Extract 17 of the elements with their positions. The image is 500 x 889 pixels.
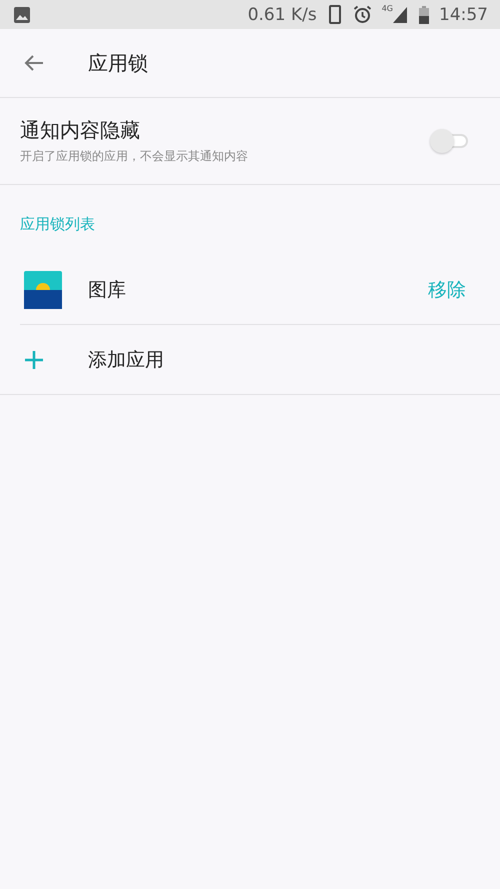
setting-description: 开启了应用锁的应用，不会显示其通知内容	[20, 148, 249, 165]
plus-icon[interactable]	[25, 350, 43, 368]
add-app-label[interactable]: 添加应用	[88, 346, 466, 372]
network-type: 4G	[382, 4, 393, 13]
gallery-app-icon	[24, 270, 62, 308]
clock: 14:57	[439, 4, 488, 24]
setting-title: 通知内容隐藏	[20, 117, 141, 144]
alarm-clock-icon	[352, 5, 372, 24]
page-title: 应用锁	[88, 50, 148, 76]
toggle-switch[interactable]	[430, 129, 468, 153]
network-speed: 0.61 K/s	[248, 4, 317, 24]
section-title: 应用锁列表	[19, 214, 96, 235]
phone-icon	[328, 5, 341, 24]
image-icon	[14, 6, 30, 22]
app-name: 图库	[88, 278, 127, 302]
signal-icon	[393, 6, 407, 22]
battery-icon	[419, 6, 429, 24]
